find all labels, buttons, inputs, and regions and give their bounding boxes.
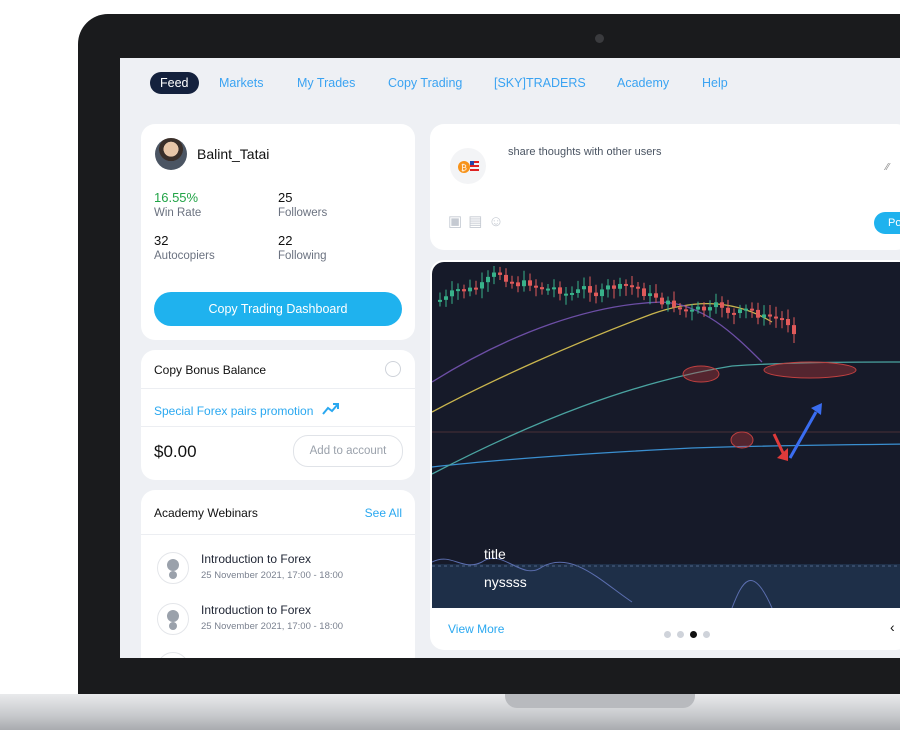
post-input[interactable]: share thoughts with other users bbox=[508, 146, 661, 158]
webinar-name: Introduction to Forex bbox=[201, 603, 312, 617]
user-icon bbox=[157, 552, 189, 584]
user-icon bbox=[157, 603, 189, 635]
user-icon bbox=[157, 652, 189, 658]
laptop-base bbox=[0, 694, 900, 730]
profile-card: Balint_Tatai 16.55% Win Rate 25 Follower… bbox=[141, 124, 415, 340]
add-to-account-button[interactable]: Add to account bbox=[293, 435, 403, 467]
laptop-notch bbox=[505, 694, 695, 708]
promo-link[interactable]: Special Forex pairs promotion bbox=[154, 404, 313, 418]
nav-skytraders[interactable]: [SKY]TRADERS bbox=[494, 76, 586, 90]
svg-text:₿: ₿ bbox=[461, 164, 467, 173]
avatar[interactable] bbox=[155, 138, 187, 170]
camera-icon bbox=[595, 34, 604, 43]
see-all-link[interactable]: See All bbox=[365, 506, 402, 520]
app-screen: Feed Markets My Trades Copy Trading [SKY… bbox=[120, 58, 900, 658]
win-rate-label: Win Rate bbox=[154, 207, 202, 219]
candlestick-chart[interactable]: title nyssss bbox=[432, 262, 900, 608]
chart-card: title nyssss View More ‹ bbox=[430, 260, 900, 650]
view-more-link[interactable]: View More bbox=[448, 622, 504, 636]
nav-copy-trading[interactable]: Copy Trading bbox=[388, 76, 462, 90]
camera-icon[interactable]: ▣ bbox=[448, 213, 468, 230]
followers-label: Followers bbox=[278, 207, 328, 219]
trending-up-icon bbox=[322, 403, 339, 415]
divider bbox=[141, 534, 415, 535]
post-button[interactable]: Po bbox=[874, 212, 900, 234]
following-value: 22 bbox=[278, 233, 293, 248]
divider bbox=[141, 426, 415, 427]
webinar-date: 25 November 2021, 17:00 - 18:00 bbox=[201, 621, 344, 632]
prev-arrow-icon[interactable]: ‹ bbox=[890, 619, 895, 635]
webinars-title: Academy Webinars bbox=[154, 506, 258, 520]
nav-markets[interactable]: Markets bbox=[219, 76, 263, 90]
info-radio-icon[interactable] bbox=[385, 361, 401, 377]
following-label: Following bbox=[278, 250, 327, 262]
webinar-item[interactable]: Introduction to Forex 25 November 2021, … bbox=[157, 601, 407, 637]
autocopiers-label: Autocopiers bbox=[154, 250, 215, 262]
carousel-dot[interactable] bbox=[677, 631, 684, 638]
copy-trading-dashboard-button[interactable]: Copy Trading Dashboard bbox=[154, 292, 402, 326]
webinar-name: Introduction to Forex bbox=[201, 552, 312, 566]
autocopiers-value: 32 bbox=[154, 233, 169, 248]
bonus-balance: $0.00 bbox=[154, 442, 197, 461]
carousel-dots bbox=[664, 625, 716, 643]
resize-handle-icon[interactable]: ⁄⁄ bbox=[886, 162, 889, 173]
carousel-dot-active[interactable] bbox=[690, 631, 697, 638]
nav-help[interactable]: Help bbox=[702, 76, 728, 90]
post-composer: ₿ share thoughts with other users ⁄⁄ ▣▤☺… bbox=[430, 124, 900, 250]
chart-label-title: title bbox=[484, 546, 506, 562]
user-flag-icon: ₿ bbox=[450, 148, 486, 184]
academy-webinars-card: Academy Webinars See All Introduction to… bbox=[141, 490, 415, 658]
divider bbox=[141, 388, 415, 389]
win-rate-value: 16.55% bbox=[154, 190, 199, 205]
image-icon[interactable]: ▤ bbox=[468, 213, 488, 230]
copy-bonus-title: Copy Bonus Balance bbox=[154, 363, 267, 377]
followers-value: 25 bbox=[278, 190, 293, 205]
chart-label-nyssss: nyssss bbox=[484, 574, 527, 590]
carousel-dot[interactable] bbox=[664, 631, 671, 638]
carousel-dot[interactable] bbox=[703, 631, 710, 638]
emoji-icon[interactable]: ☺ bbox=[488, 213, 509, 230]
nav-my-trades[interactable]: My Trades bbox=[297, 76, 355, 90]
nav-academy[interactable]: Academy bbox=[617, 76, 669, 90]
copy-bonus-card: Copy Bonus Balance Special Forex pairs p… bbox=[141, 350, 415, 480]
username[interactable]: Balint_Tatai bbox=[197, 146, 269, 162]
post-tools: ▣▤☺ bbox=[448, 212, 510, 230]
top-nav: Feed Markets My Trades Copy Trading [SKY… bbox=[120, 58, 900, 116]
webinar-item[interactable]: Introduction to Forex 25 November 2021, … bbox=[157, 550, 407, 586]
nav-feed[interactable]: Feed bbox=[150, 72, 199, 94]
webinar-date: 25 November 2021, 17:00 - 18:00 bbox=[201, 570, 344, 581]
